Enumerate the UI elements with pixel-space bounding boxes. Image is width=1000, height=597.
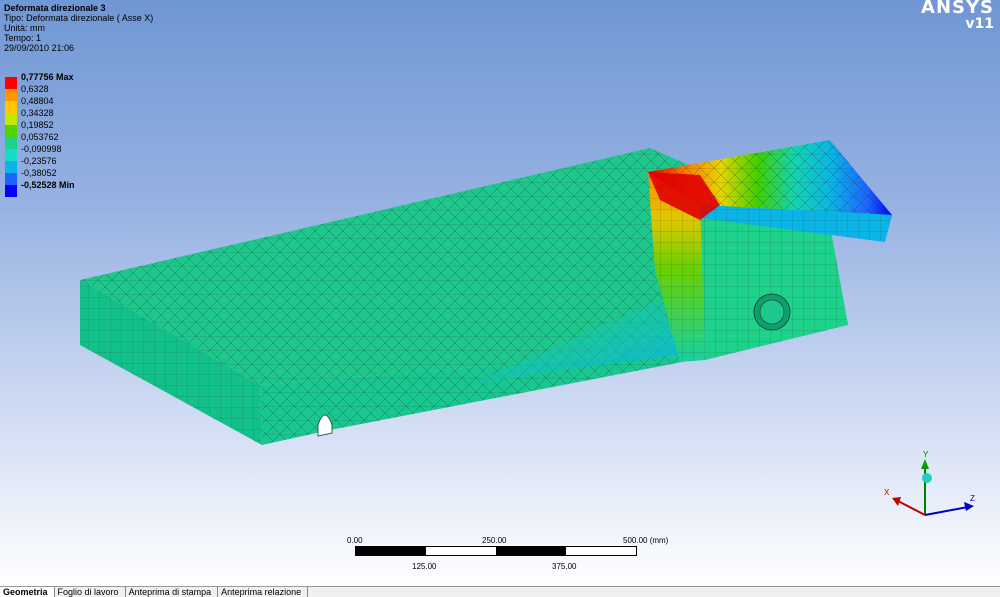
bottom-tab-bar: Geometria Foglio di lavoro Anteprima di … xyxy=(0,586,1000,597)
logo-version: v11 xyxy=(965,16,994,32)
legend-label: -0,23576 xyxy=(21,156,57,166)
triad-center-sphere xyxy=(922,473,932,483)
scale-segment xyxy=(496,547,566,555)
z-axis-arrow xyxy=(964,502,974,511)
z-axis-label: Z xyxy=(970,494,975,503)
legend-swatch xyxy=(5,185,17,197)
logo-brand: ANSYS xyxy=(921,0,994,18)
result-title: Deformata direzionale 3 xyxy=(4,3,106,13)
legend-swatch xyxy=(5,149,17,161)
scale-bar-graphic xyxy=(355,546,637,556)
scale-label: 125.00 xyxy=(412,562,437,571)
scale-bar: 0.00 250.00 500.00 (mm) 125.00 375.00 xyxy=(340,536,680,576)
scale-label: 375.00 xyxy=(552,562,577,571)
result-time: Tempo: 1 xyxy=(4,33,42,43)
legend-label: 0,34328 xyxy=(21,108,54,118)
ansys-logo: ANSYS v11 xyxy=(921,0,994,32)
scale-label: 250.00 xyxy=(482,536,507,545)
graphics-viewport[interactable]: Deformata direzionale 3 Tipo: Deformata … xyxy=(0,0,1000,586)
legend-label: 0,77756 Max xyxy=(21,72,74,82)
legend-swatch xyxy=(5,77,17,89)
scale-segment xyxy=(566,547,636,555)
legend-label: -0,090998 xyxy=(21,144,62,154)
legend-swatch xyxy=(5,89,17,101)
legend-swatch xyxy=(5,125,17,137)
legend-label: 0,053762 xyxy=(21,132,59,142)
legend-swatch xyxy=(5,137,17,149)
axis-triad[interactable]: Y Z X xyxy=(870,445,980,530)
y-axis-label: Y xyxy=(923,450,929,459)
legend-label: 0,48804 xyxy=(21,96,54,106)
result-unit: Unità: mm xyxy=(4,23,46,33)
x-axis-label: X xyxy=(884,488,890,497)
scale-label: 0.00 xyxy=(347,536,363,545)
legend-swatch xyxy=(5,173,17,185)
result-info: Deformata direzionale 3 Tipo: Deformata … xyxy=(4,3,153,53)
model-view[interactable] xyxy=(0,0,1000,586)
scale-segment xyxy=(426,547,496,555)
bracket-hole-inner xyxy=(759,299,785,325)
y-axis-arrow xyxy=(921,459,929,469)
legend-label: -0,52528 Min xyxy=(21,180,75,190)
z-axis-line xyxy=(924,506,969,516)
scale-segment xyxy=(356,547,426,555)
result-type: Tipo: Deformata direzionale ( Asse X) xyxy=(4,13,154,23)
legend-label: 0,19852 xyxy=(21,120,54,130)
legend-swatch xyxy=(5,101,17,113)
legend-label: 0,6328 xyxy=(21,84,49,94)
legend-swatch xyxy=(5,113,17,125)
legend-label: -0,38052 xyxy=(21,168,57,178)
scale-label: 500.00 (mm) xyxy=(623,536,669,545)
legend-swatch xyxy=(5,161,17,173)
x-axis-line xyxy=(897,500,926,516)
result-date: 29/09/2010 21:06 xyxy=(4,43,75,53)
